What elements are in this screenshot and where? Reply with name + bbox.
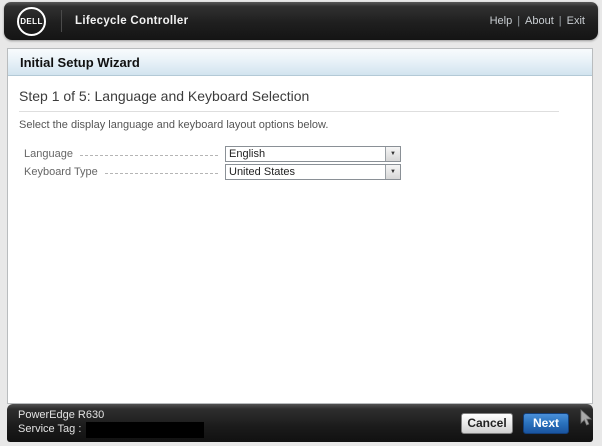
keyboard-type-select[interactable]: United States ▼ <box>225 164 401 180</box>
dell-logo-icon: DELL <box>17 6 46 36</box>
footer-bar: PowerEdge R630 Service Tag : Cancel Next <box>7 404 593 442</box>
language-select-value: English <box>229 148 266 160</box>
cancel-button[interactable]: Cancel <box>461 412 513 434</box>
language-label: Language <box>24 148 73 160</box>
about-link[interactable]: About <box>525 15 554 27</box>
wizard-titlebar: Initial Setup Wizard <box>8 49 592 76</box>
language-select[interactable]: English ▼ <box>225 146 401 162</box>
wizard-body: Step 1 of 5: Language and Keyboard Selec… <box>8 76 592 180</box>
app-header: DELL Lifecycle Controller Help | About |… <box>4 2 598 40</box>
link-separator: | <box>558 15 562 27</box>
link-separator: | <box>517 15 521 27</box>
footer-buttons: Cancel Next <box>461 412 569 434</box>
system-info: PowerEdge R630 Service Tag : <box>18 408 205 438</box>
service-tag-label: Service Tag : <box>18 423 82 435</box>
heading-divider <box>19 111 559 112</box>
exit-link[interactable]: Exit <box>567 15 585 27</box>
app-title: Lifecycle Controller <box>75 15 189 27</box>
service-tag-row: Service Tag : <box>18 421 205 438</box>
keyboard-type-select-value: United States <box>229 166 296 178</box>
header-divider <box>61 10 62 32</box>
combo-arrow-icon[interactable]: ▼ <box>385 147 400 161</box>
keyboard-type-label: Keyboard Type <box>24 166 98 178</box>
instruction-text: Select the display language and keyboard… <box>19 119 329 131</box>
wizard-panel: Initial Setup Wizard Step 1 of 5: Langua… <box>7 48 593 404</box>
dell-logo-text: DELL <box>20 16 43 26</box>
dashed-leader <box>79 154 218 156</box>
combo-arrow-icon[interactable]: ▼ <box>385 165 400 179</box>
keyboard-type-row: Keyboard Type United States ▼ <box>24 164 401 180</box>
next-button[interactable]: Next <box>523 412 569 434</box>
language-row: Language English ▼ <box>24 146 401 162</box>
service-tag-redacted <box>86 421 205 438</box>
system-model: PowerEdge R630 <box>18 408 105 421</box>
step-heading: Step 1 of 5: Language and Keyboard Selec… <box>19 88 310 104</box>
settings-form: Language English ▼ Keyboard Type United … <box>19 146 581 180</box>
wizard-title: Initial Setup Wizard <box>20 54 140 70</box>
dashed-leader <box>104 172 218 174</box>
mouse-cursor-icon <box>580 409 593 426</box>
header-links: Help | About | Exit <box>490 15 585 27</box>
help-link[interactable]: Help <box>490 15 513 27</box>
